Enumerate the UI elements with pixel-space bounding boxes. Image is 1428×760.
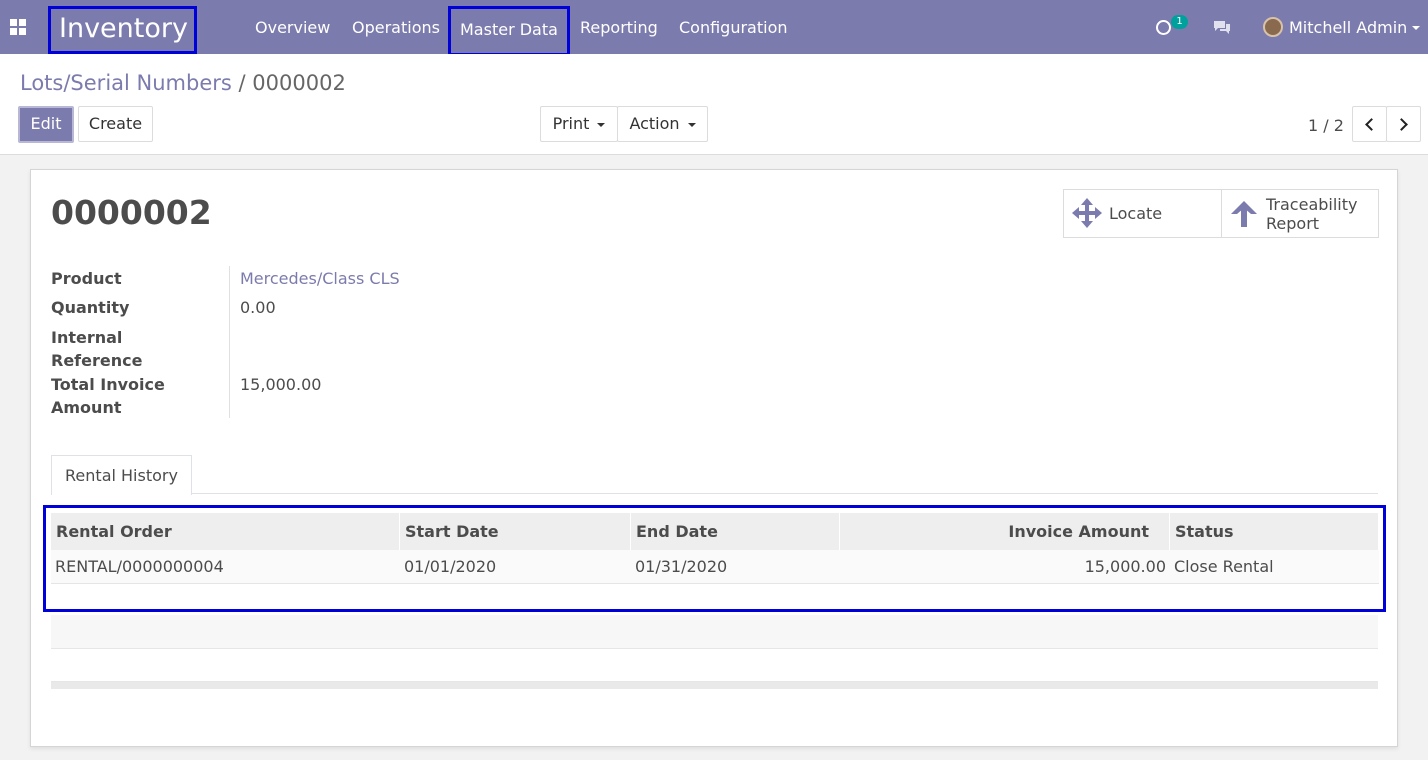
caret-down-icon [597,122,606,127]
total-invoice-amount-value: 15,000.00 [240,375,322,394]
column-header-invoice-amount[interactable]: Invoice Amount [840,513,1170,550]
total-invoice-label-line2: Amount [51,398,122,417]
create-button[interactable]: Create [78,106,153,142]
column-header-end-date[interactable]: End Date [631,513,840,550]
chevron-right-icon [1395,118,1408,131]
breadcrumb: Lots/Serial Numbers / 0000002 [20,71,346,95]
user-name[interactable]: Mitchell Admin [1289,0,1407,56]
tab-rental-history[interactable]: Rental History [51,455,192,495]
chevron-left-icon [1365,118,1378,131]
quantity-value: 0.00 [240,298,276,317]
chevron-down-icon[interactable] [1412,26,1420,30]
table-footer [51,682,1378,689]
menu-operations[interactable]: Operations [352,0,440,54]
breadcrumb-current: 0000002 [252,71,346,95]
empty-table-row [51,649,1378,682]
breadcrumb-parent[interactable]: Lots/Serial Numbers [20,71,232,95]
column-header-status[interactable]: Status [1170,513,1379,550]
column-header-rental-order[interactable]: Rental Order [51,513,400,550]
product-value[interactable]: Mercedes/Class CLS [240,267,400,290]
cell-end-date[interactable]: 01/31/2020 [631,550,731,584]
internal-reference-label-line2: Reference [51,351,143,370]
cell-status[interactable]: Close Rental [1170,550,1278,584]
internal-reference-label: Internal Reference [51,326,142,372]
cell-invoice-amount[interactable]: 15,000.00 [840,550,1170,584]
top-navbar: Inventory Overview Operations Master Dat… [0,0,1428,56]
menu-overview[interactable]: Overview [255,0,330,54]
cell-start-date[interactable]: 01/01/2020 [400,550,500,584]
traceability-label: Traceability Report [1266,195,1357,233]
rental-history-table: Rental Order Start Date End Date Invoice… [43,505,1386,612]
total-invoice-amount-label: Total Invoice Amount [51,373,165,419]
locate-label: Locate [1109,204,1163,223]
action-label: Action [629,114,680,133]
menu-reporting[interactable]: Reporting [580,0,658,54]
menu-configuration[interactable]: Configuration [679,0,788,54]
record-title: 0000002 [51,193,212,232]
pager-value[interactable]: 1 / 2 [1308,116,1344,135]
pager-previous-button[interactable] [1352,106,1387,142]
activity-clock-icon[interactable] [1156,20,1171,35]
pager-next-button[interactable] [1386,106,1421,142]
field-separator [229,266,230,418]
app-brand[interactable]: Inventory [48,6,197,54]
action-dropdown[interactable]: Action [617,106,708,142]
locate-button[interactable]: Locate [1063,189,1222,238]
form-sheet: 0000002 Locate Traceability Report Produ… [30,169,1398,747]
menu-master-data[interactable]: Master Data [448,6,570,56]
product-label: Product [51,269,122,288]
traceability-label-line2: Report [1266,214,1320,233]
cell-rental-order[interactable]: RENTAL/0000000004 [51,550,228,584]
column-header-start-date[interactable]: Start Date [400,513,631,550]
print-dropdown[interactable]: Print [540,106,618,142]
quantity-label: Quantity [51,298,130,317]
internal-reference-label-line1: Internal [51,328,123,347]
breadcrumb-separator: / [238,71,246,95]
activity-badge: 1 [1171,15,1188,29]
tab-divider [191,493,1378,494]
arrow-up-icon [1231,201,1257,227]
caret-down-icon [687,122,696,127]
empty-table-row [51,615,1378,649]
traceability-label-line1: Traceability [1266,195,1358,214]
move-arrows-icon [1072,198,1102,228]
print-label: Print [552,114,590,133]
traceability-report-button[interactable]: Traceability Report [1221,189,1379,238]
apps-menu-icon[interactable] [10,19,28,35]
total-invoice-label-line1: Total Invoice [51,375,165,394]
chat-icon[interactable] [1213,20,1231,34]
user-avatar[interactable] [1263,17,1283,37]
edit-button[interactable]: Edit [18,106,74,143]
control-panel: Lots/Serial Numbers / 0000002 Edit Creat… [0,54,1428,155]
